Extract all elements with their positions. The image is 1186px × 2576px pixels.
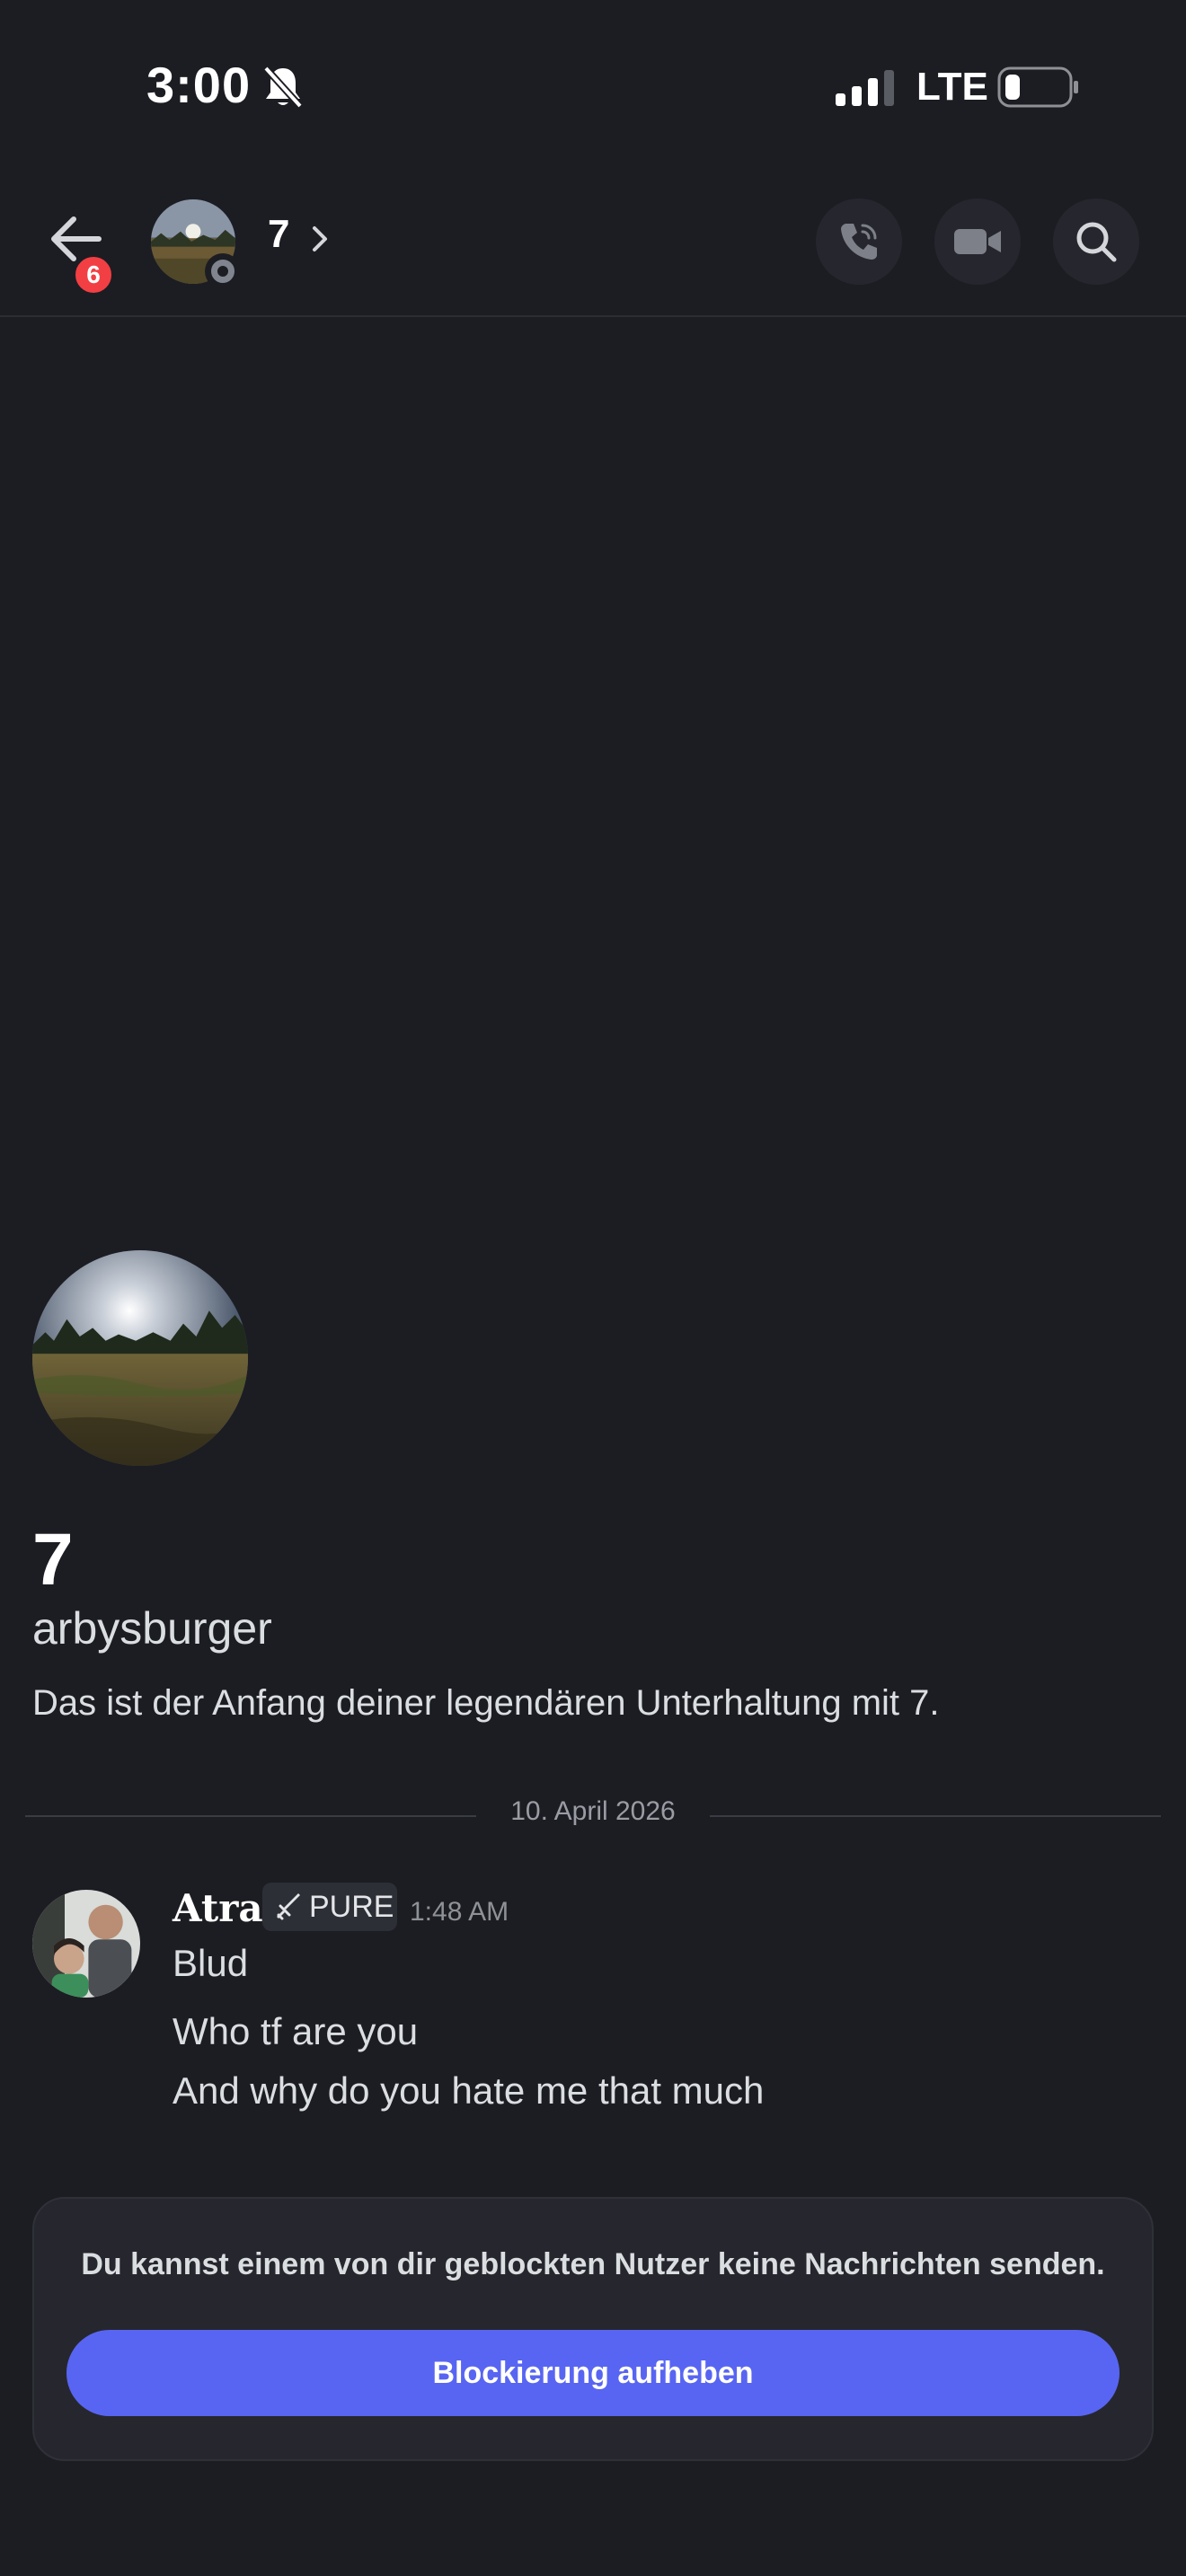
- message-avatar[interactable]: [32, 1890, 140, 1998]
- message-text: And why do you hate me that much: [173, 2069, 765, 2112]
- signal-icon: [836, 70, 894, 106]
- video-camera-icon: [954, 229, 1001, 254]
- search-button[interactable]: [1053, 198, 1139, 285]
- message-text: Blud: [173, 1942, 249, 1984]
- status-indicator-icon: [205, 253, 241, 289]
- profile-username: arbysburger: [32, 1603, 272, 1654]
- video-call-button[interactable]: [934, 198, 1021, 285]
- profile-display-name: 7: [32, 1519, 74, 1601]
- header-divider: [0, 315, 1186, 317]
- chevron-right-icon[interactable]: [305, 221, 332, 257]
- battery-icon: [997, 66, 1078, 108]
- unread-badge: 6: [72, 253, 115, 296]
- message-author[interactable]: Atra: [173, 1886, 263, 1930]
- bell-muted-icon: [263, 66, 303, 109]
- status-time: 3:00: [146, 57, 252, 113]
- header-title[interactable]: 7: [268, 212, 289, 257]
- search-icon: [1076, 222, 1117, 262]
- voice-call-button[interactable]: [816, 198, 902, 285]
- message-timestamp: 1:48 AM: [410, 1897, 509, 1927]
- date-divider-line-left: [25, 1815, 476, 1817]
- sword-icon: [277, 1893, 300, 1920]
- conversation-intro: Das ist der Anfang deiner legendären Unt…: [32, 1683, 940, 1723]
- guild-tag-label: PURE: [309, 1889, 394, 1924]
- unblock-button[interactable]: Blockierung aufheben: [66, 2330, 1120, 2416]
- network-label: LTE: [916, 65, 988, 109]
- guild-tag-badge[interactable]: PURE: [262, 1883, 397, 1931]
- date-divider-label: 10. April 2026: [510, 1796, 676, 1826]
- blocked-notice-text: Du kannst einem von dir geblockten Nutze…: [81, 2247, 1105, 2281]
- message-text: Who tf are you: [173, 2010, 419, 2052]
- phone-icon: [841, 224, 877, 260]
- date-divider-line-right: [710, 1815, 1161, 1817]
- blocked-notice-panel: [32, 2197, 1154, 2461]
- profile-avatar[interactable]: [32, 1250, 248, 1466]
